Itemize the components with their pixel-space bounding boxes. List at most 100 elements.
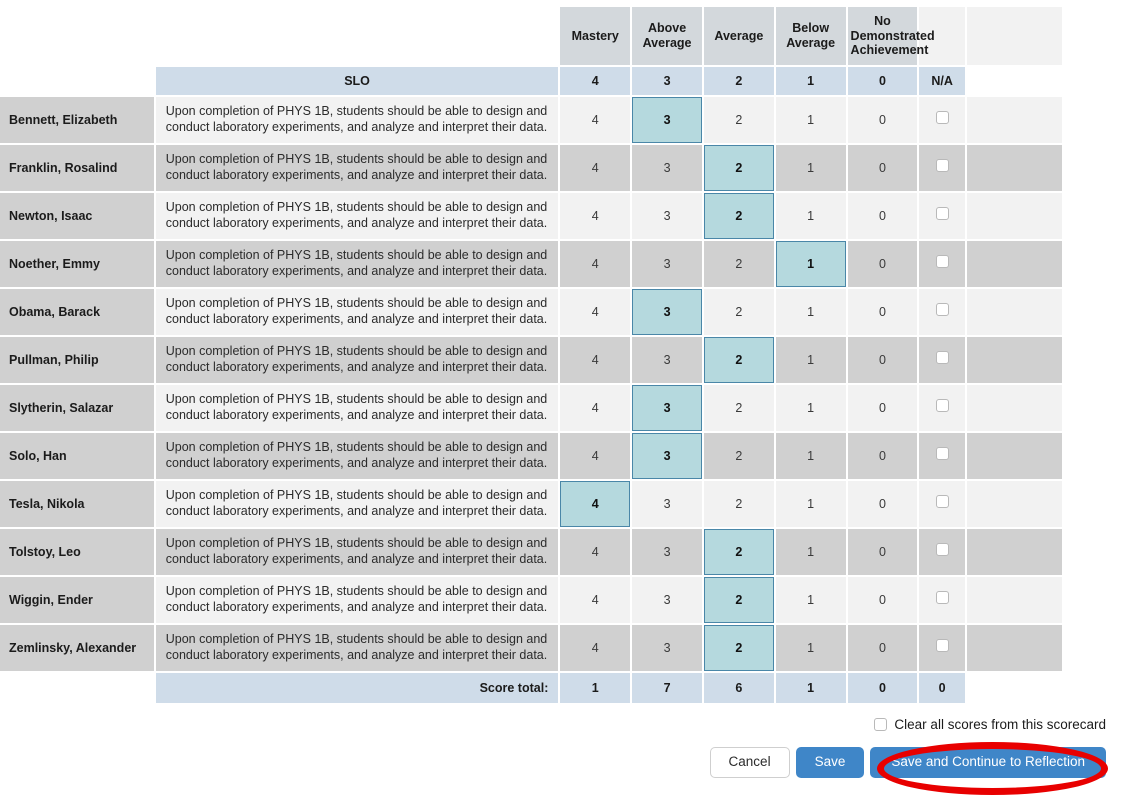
score-cell-3[interactable]: 3 [632, 529, 702, 575]
score-cell-4[interactable]: 4 [560, 625, 631, 671]
score-cell-0[interactable]: 0 [847, 385, 918, 431]
na-checkbox-cell[interactable] [919, 577, 965, 623]
na-checkbox-cell[interactable] [919, 385, 965, 431]
score-cell-0[interactable]: 0 [847, 241, 918, 287]
score-cell-1[interactable]: 1 [775, 481, 846, 527]
na-checkbox-cell[interactable] [919, 193, 965, 239]
score-cell-2[interactable]: 2 [703, 193, 774, 239]
na-checkbox[interactable] [935, 111, 949, 124]
score-cell-1[interactable]: 1 [775, 385, 846, 431]
na-checkbox-cell[interactable] [919, 97, 965, 143]
score-cell-2[interactable]: 2 [703, 289, 774, 335]
score-cell-3[interactable]: 3 [632, 625, 702, 671]
score-cell-0[interactable]: 0 [847, 577, 918, 623]
score-cell-1[interactable]: 1 [775, 241, 846, 287]
legend-value-na: N/A [919, 67, 965, 95]
score-cell-3[interactable]: 3 [632, 289, 702, 335]
clear-all-scores-checkbox[interactable] [874, 717, 888, 731]
score-cell-0[interactable]: 0 [847, 289, 918, 335]
na-checkbox-cell[interactable] [919, 241, 965, 287]
score-cell-3[interactable]: 3 [632, 241, 702, 287]
score-cell-0[interactable]: 0 [847, 481, 918, 527]
score-cell-0[interactable]: 0 [847, 529, 918, 575]
totals-blank [0, 673, 154, 703]
na-checkbox[interactable] [935, 495, 949, 508]
score-cell-4[interactable]: 4 [560, 289, 631, 335]
score-cell-1[interactable]: 1 [775, 625, 846, 671]
score-cell-3[interactable]: 3 [632, 97, 702, 143]
na-checkbox[interactable] [935, 207, 949, 220]
na-checkbox[interactable] [935, 591, 949, 604]
na-checkbox[interactable] [935, 255, 949, 268]
save-button[interactable]: Save [795, 747, 865, 778]
score-cell-1[interactable]: 1 [775, 577, 846, 623]
score-cell-2[interactable]: 2 [703, 337, 774, 383]
score-cell-2[interactable]: 2 [703, 385, 774, 431]
score-cell-1[interactable]: 1 [775, 97, 846, 143]
table-header-row: Mastery Above Average Average Below Average No… [0, 7, 1062, 65]
na-checkbox-cell[interactable] [919, 433, 965, 479]
score-cell-2[interactable]: 2 [703, 97, 774, 143]
score-cell-1[interactable]: 1 [775, 433, 846, 479]
na-checkbox[interactable] [935, 351, 949, 364]
score-cell-4[interactable]: 4 [560, 385, 631, 431]
score-cell-2[interactable]: 2 [703, 577, 774, 623]
score-cell-4[interactable]: 4 [560, 481, 631, 527]
slo-text-cell: Upon completion of PHYS 1B, students sho… [155, 337, 559, 383]
score-cell-1[interactable]: 1 [775, 193, 846, 239]
na-checkbox-cell[interactable] [919, 337, 965, 383]
na-checkbox[interactable] [935, 303, 949, 316]
score-cell-3[interactable]: 3 [632, 145, 702, 191]
na-checkbox-cell[interactable] [919, 625, 965, 671]
score-cell-3[interactable]: 3 [632, 481, 702, 527]
score-cell-4[interactable]: 4 [560, 433, 631, 479]
score-cell-4[interactable]: 4 [560, 577, 631, 623]
score-cell-0[interactable]: 0 [847, 145, 918, 191]
score-cell-1[interactable]: 1 [775, 337, 846, 383]
na-checkbox-cell[interactable] [919, 481, 965, 527]
score-cell-3[interactable]: 3 [632, 337, 702, 383]
score-cell-2[interactable]: 2 [703, 481, 774, 527]
header-mastery: Mastery [560, 7, 631, 65]
student-name-cell: Tesla, Nikola [0, 481, 154, 527]
score-cell-0[interactable]: 0 [847, 625, 918, 671]
score-cell-4[interactable]: 4 [560, 337, 631, 383]
header-average: Average [703, 7, 774, 65]
na-checkbox[interactable] [935, 447, 949, 460]
score-cell-1[interactable]: 1 [775, 529, 846, 575]
score-cell-2[interactable]: 2 [703, 241, 774, 287]
score-cell-2[interactable]: 2 [703, 529, 774, 575]
score-cell-0[interactable]: 0 [847, 97, 918, 143]
score-cell-4[interactable]: 4 [560, 145, 631, 191]
cancel-button[interactable]: Cancel [709, 747, 790, 778]
na-checkbox-cell[interactable] [919, 529, 965, 575]
na-checkbox[interactable] [935, 399, 949, 412]
score-cell-3[interactable]: 3 [632, 433, 702, 479]
na-checkbox[interactable] [935, 159, 949, 172]
na-checkbox-cell[interactable] [919, 289, 965, 335]
slo-scorecard-table: Mastery Above Average Average Below Average No… [0, 5, 1064, 705]
score-cell-4[interactable]: 4 [560, 241, 631, 287]
na-checkbox-cell[interactable] [919, 145, 965, 191]
score-cell-3[interactable]: 3 [632, 385, 702, 431]
score-cell-1[interactable]: 1 [775, 145, 846, 191]
clear-all-scores-row[interactable]: Clear all scores from this scorecard [0, 711, 1134, 737]
score-cell-2[interactable]: 2 [703, 433, 774, 479]
score-cell-2[interactable]: 2 [703, 145, 774, 191]
slo-text-cell: Upon completion of PHYS 1B, students sho… [155, 289, 559, 335]
na-checkbox[interactable] [935, 543, 949, 556]
save-and-continue-to-reflection-button[interactable]: Save and Continue to Reflection [870, 747, 1106, 778]
score-cell-4[interactable]: 4 [560, 193, 631, 239]
score-cell-3[interactable]: 3 [632, 577, 702, 623]
score-total-row: Score total: 1 7 6 1 0 0 [0, 673, 1062, 703]
score-cell-2[interactable]: 2 [703, 625, 774, 671]
score-cell-0[interactable]: 0 [847, 433, 918, 479]
score-cell-0[interactable]: 0 [847, 337, 918, 383]
score-cell-0[interactable]: 0 [847, 193, 918, 239]
score-cell-3[interactable]: 3 [632, 193, 702, 239]
score-cell-1[interactable]: 1 [775, 289, 846, 335]
student-name-cell: Franklin, Rosalind [0, 145, 154, 191]
score-cell-4[interactable]: 4 [560, 529, 631, 575]
na-checkbox[interactable] [935, 639, 949, 652]
score-cell-4[interactable]: 4 [560, 97, 631, 143]
